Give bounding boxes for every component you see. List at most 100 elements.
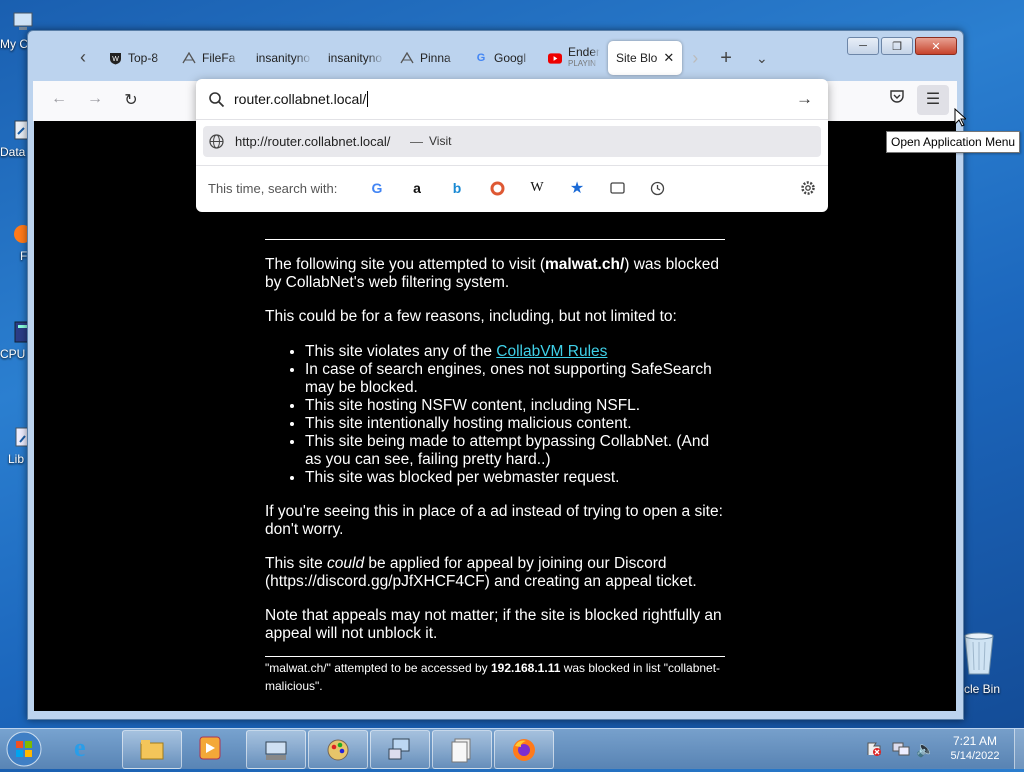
taskbar-paint[interactable] <box>308 730 368 769</box>
taskbar-explorer[interactable] <box>122 730 182 769</box>
action-center-icon[interactable] <box>866 741 882 760</box>
desktop-icon-label: F <box>20 249 28 263</box>
pocket-button[interactable] <box>885 90 909 112</box>
divider <box>196 165 828 166</box>
arrow-left-icon: ← <box>51 90 67 107</box>
recycle-bin-icon <box>964 632 994 675</box>
taskbar-media-player[interactable] <box>198 735 222 764</box>
svg-text:W: W <box>112 56 119 63</box>
desktop-icon-recycle-bin[interactable]: ycle Bin <box>958 630 1024 696</box>
back-button[interactable]: ← <box>47 90 71 112</box>
clock-time: 7:21 AM <box>952 734 998 748</box>
restore-icon: ❐ <box>892 40 902 53</box>
go-button[interactable]: → <box>796 89 813 109</box>
folder-icon <box>140 740 164 760</box>
tab-google[interactable]: G Googl <box>466 41 540 75</box>
search-icon <box>209 92 225 108</box>
system-clock[interactable]: 7:21 AM 5/14/2022 <box>940 734 1010 764</box>
media-player-icon <box>199 736 221 760</box>
intro-prefix: The following site you attempted to visi… <box>265 256 545 273</box>
show-desktop-button[interactable] <box>1014 729 1024 769</box>
desktop-icon-label: My C <box>0 37 28 51</box>
tab-top8[interactable]: W Top-8 <box>100 41 174 75</box>
new-tab-button[interactable]: + <box>708 41 744 75</box>
search-tabs[interactable] <box>597 177 637 199</box>
tab-scroll-right-button[interactable]: › <box>682 41 708 75</box>
tab-filefa[interactable]: FileFa <box>174 41 248 75</box>
appeal-emphasis: could <box>327 555 365 572</box>
url-input-text: router.collabnet.local/ <box>234 91 367 107</box>
tooltip: Open Application Menu <box>886 131 1021 153</box>
intro-text: The following site you attempted to visi… <box>265 256 725 292</box>
appeal-note: Note that appeals may not matter; if the… <box>265 607 722 642</box>
tab-label: insanityno <box>256 51 311 65</box>
arrow-right-icon: → <box>796 89 813 108</box>
search-with-label: This time, search with: <box>208 180 338 196</box>
internet-explorer-icon: e <box>74 733 86 762</box>
tab-label: Site Blo <box>616 51 658 65</box>
list-all-tabs-button[interactable]: ⌄ <box>744 41 780 75</box>
desktop-icon-label: CPU <box>0 347 26 361</box>
clock-date: 5/14/2022 <box>950 750 1000 762</box>
arrow-right-icon: → <box>87 90 103 107</box>
gear-icon <box>801 181 815 195</box>
close-tab-icon[interactable]: ✕ <box>663 50 674 66</box>
taskbar-firefox[interactable] <box>494 730 554 769</box>
desktop-icon-cpu[interactable]: CPU <box>0 320 32 361</box>
tab-label: Googl <box>494 51 527 65</box>
youtube-icon <box>548 51 562 65</box>
tab-scroll-left-button[interactable]: ‹ <box>80 47 86 68</box>
network-computer-icon <box>388 738 410 760</box>
desktop-icon-library[interactable]: Lib <box>0 425 31 466</box>
reasons-intro: This could be for a few reasons, includi… <box>265 308 677 325</box>
url-input[interactable]: router.collabnet.local/ <box>234 91 369 107</box>
tab-label: Ender <box>568 47 600 58</box>
taskbar-ie[interactable]: e <box>74 733 86 763</box>
suggestion-separator: — <box>410 134 423 149</box>
search-engine-google[interactable]: G <box>357 177 397 199</box>
search-bookmarks[interactable]: ★ <box>557 177 597 199</box>
bookmarks-icon: ★ <box>569 180 585 197</box>
desktop-icon-label: Lib <box>8 452 25 466</box>
tab-insanityno-2[interactable]: insanityno <box>320 41 392 75</box>
tab-site-blocked[interactable]: Site Blo ✕ <box>608 41 683 75</box>
window-controls: ─ ❐ ✕ <box>847 37 957 55</box>
taskbar-remote-desktop[interactable] <box>246 730 306 769</box>
close-window-button[interactable]: ✕ <box>915 37 957 55</box>
tab-youtube[interactable]: Ender PLAYIN <box>540 41 608 75</box>
text-caret <box>367 91 369 107</box>
reload-button[interactable]: ↻ <box>119 90 143 112</box>
tab-label: FileFa <box>202 51 236 65</box>
search-engine-bing[interactable]: b <box>437 177 477 199</box>
list-item: This site violates any of the CollabVM R… <box>305 343 725 361</box>
maximize-button[interactable]: ❐ <box>881 37 913 55</box>
search-engine-wikipedia[interactable]: W <box>517 177 557 199</box>
application-menu-button[interactable]: ☰ <box>917 85 949 115</box>
tab-insanityno-1[interactable]: insanityno <box>248 41 320 75</box>
search-engine-duckduckgo[interactable] <box>477 177 517 199</box>
taskbar-notepad[interactable] <box>432 730 492 769</box>
suggestion-action: Visit <box>429 134 452 148</box>
collabvm-rules-link[interactable]: CollabVM Rules <box>496 343 607 360</box>
list-item: In case of search engines, ones not supp… <box>305 361 725 397</box>
taskbar-network-tool[interactable] <box>370 730 430 769</box>
start-button[interactable] <box>4 729 44 769</box>
desktop-icon-data[interactable]: Data <box>0 118 32 159</box>
network-tray-icon[interactable] <box>892 741 910 760</box>
volume-icon[interactable]: 🔈 <box>916 740 935 758</box>
tabs-icon <box>609 182 625 194</box>
forward-button[interactable]: → <box>83 90 107 112</box>
desktop-icon-firefox[interactable]: F <box>0 222 32 263</box>
url-suggestion-row[interactable]: http://router.collabnet.local/ — Visit <box>203 126 821 157</box>
tab-pinna[interactable]: Pinna <box>392 41 466 75</box>
search-history[interactable] <box>637 177 677 199</box>
shield-icon: W <box>108 51 122 65</box>
tab-playing-label: PLAYIN <box>568 59 596 68</box>
search-settings-button[interactable] <box>800 180 816 199</box>
windows-start-icon <box>6 731 42 767</box>
list-item: This site being made to attempt bypassin… <box>305 433 725 469</box>
search-engine-amazon[interactable]: a <box>397 177 437 199</box>
desktop-icon-my-computer[interactable]: My C <box>0 10 33 51</box>
minimize-button[interactable]: ─ <box>847 37 879 55</box>
bing-icon: b <box>452 180 462 196</box>
